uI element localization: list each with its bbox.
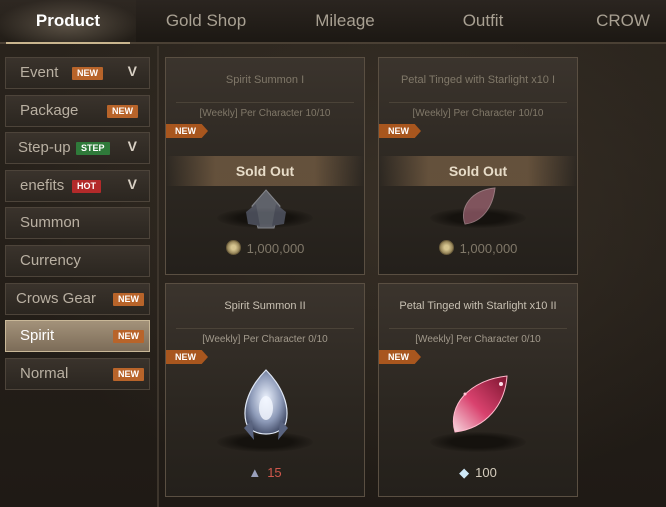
chevron-down-icon[interactable]: V [128,176,137,192]
price: ▲ 15 [166,465,364,480]
divider [389,102,567,103]
menu-item-crows-gear[interactable]: Crows Gear NEW [5,283,150,315]
petal-icon [463,187,496,225]
spirit-crystal-icon [246,189,286,229]
purchase-limit: [Weekly] Per Character 10/10 [199,108,331,119]
purchase-limit: [Weekly] Per Character 10/10 [412,108,544,119]
price-value: 1,000,000 [246,241,305,256]
new-tag: NEW [379,124,421,138]
menu-item-label: Step-up [18,139,71,156]
gold-coin-icon [225,240,241,255]
product-title: Spirit Summon II [224,300,306,312]
hot-badge: HOT [72,180,101,193]
menu-item-step-up[interactable]: Step-up STEP V [5,132,150,164]
tab-mileage[interactable]: Mileage [282,0,408,42]
petal-icon [452,375,508,433]
tab-product[interactable]: Product [0,0,136,44]
spirit-crystal-icon [244,369,288,440]
new-badge: NEW [113,293,144,306]
new-badge: NEW [107,105,138,118]
tab-outfit[interactable]: Outfit [420,0,546,42]
top-tab-bar: Product Gold Shop Mileage Outfit CROW [0,0,666,44]
product-card[interactable]: Spirit Summon I [Weekly] Per Character 1… [165,57,365,275]
menu-item-label: enefits [20,177,65,194]
new-badge: NEW [113,368,144,381]
purchase-limit: [Weekly] Per Character 0/10 [202,334,328,345]
menu-item-currency[interactable]: Currency [5,245,150,277]
tab-crow[interactable]: CROW [560,0,666,42]
menu-item-spirit[interactable]: Spirit NEW [5,320,150,352]
menu-item-label: Currency [20,252,81,269]
new-tag: NEW [166,124,208,138]
new-tag: NEW [166,350,208,364]
menu-item-label: Spirit [20,327,55,344]
menu-item-label: Crows Gear [16,290,97,307]
product-title: Spirit Summon I [225,74,305,86]
gold-coin-icon [438,240,454,255]
menu-item-event[interactable]: Event NEW V [5,57,150,89]
price-value: 15 [267,465,282,480]
product-card[interactable]: Petal Tinged with Starlight x10 I [Weekl… [378,57,578,275]
product-card[interactable]: Petal Tinged with Starlight x10 II [Week… [378,283,578,497]
menu-item-label: Normal [20,365,69,382]
menu-item-normal[interactable]: Normal NEW [5,358,150,390]
sold-out-banner: Sold Out [379,156,577,186]
product-card[interactable]: Spirit Summon II [Weekly] Per Character … [165,283,365,497]
product-title: Petal Tinged with Starlight x10 II [399,300,557,312]
new-badge: NEW [113,330,144,343]
price: ◆ 100 [379,465,577,481]
chevron-down-icon[interactable]: V [128,63,137,79]
diamond-icon: ◆ [459,465,470,480]
crest-icon: ▲ [248,465,262,480]
panel-divider [157,46,159,507]
menu-item-benefits[interactable]: enefits HOT V [5,170,150,202]
menu-item-summon[interactable]: Summon [5,207,150,239]
price: 1,000,000 [379,240,577,256]
sold-out-banner: Sold Out [166,156,364,186]
menu-item-label: Summon [20,214,81,231]
chevron-down-icon[interactable]: V [128,138,137,154]
menu-item-label: Package [20,102,79,119]
divider [389,328,567,329]
divider [176,102,354,103]
tab-gold-shop[interactable]: Gold Shop [140,0,272,42]
price-value: 1,000,000 [459,241,518,256]
purchase-limit: [Weekly] Per Character 0/10 [415,334,541,345]
product-title: Petal Tinged with Starlight x10 I [400,74,556,86]
new-badge: NEW [72,67,103,80]
new-tag: NEW [379,350,421,364]
menu-item-package[interactable]: Package NEW [5,95,150,127]
price: 1,000,000 [166,240,364,256]
price-value: 100 [475,465,497,480]
menu-item-label: Event [20,64,59,81]
step-badge: STEP [76,142,110,155]
divider [176,328,354,329]
